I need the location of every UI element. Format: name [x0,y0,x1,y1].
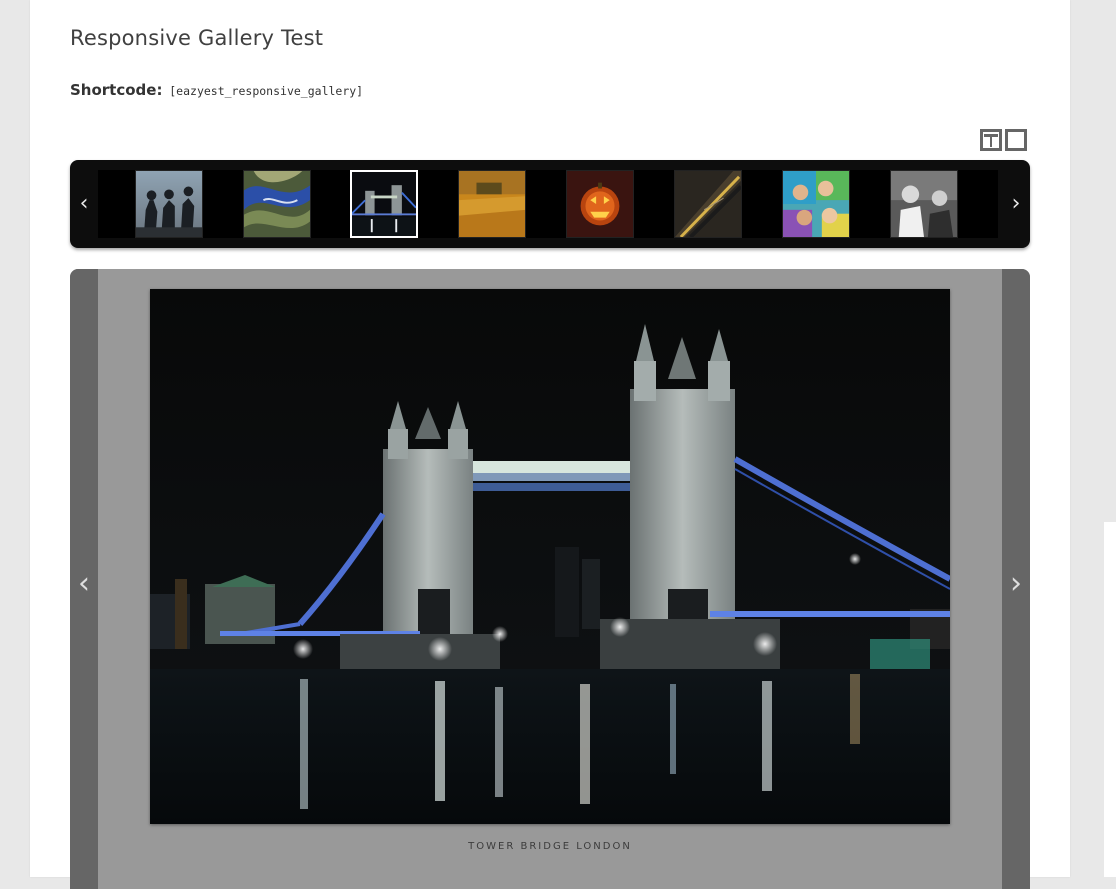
thumbnail-jack-o-lantern[interactable] [566,170,634,238]
shortcode-value: [eazyest_responsive_gallery] [169,84,364,98]
thumbnails-view-icon[interactable] [980,129,1002,151]
right-edge-panel [1104,522,1116,877]
content-card: Responsive Gallery Test Shortcode: [eazy… [30,0,1070,889]
chevron-right-icon: › [1010,566,1022,601]
thumbnail-filmstrip: ‹ › [70,160,1030,248]
thumbnail-swirl[interactable] [243,170,311,238]
thumbnail-wheat-field[interactable] [458,170,526,238]
chevron-left-icon: ‹ [78,566,90,601]
image-viewer: ‹ › TOWER BRIDGE LONDON [70,269,1030,889]
thumbnail-image [136,171,202,237]
viewer-next-button[interactable]: › [1002,269,1030,889]
thumbnail-track [98,170,998,238]
thumbnail-image [244,171,310,237]
shortcode-label: Shortcode: [70,81,163,99]
thumbnail-kids[interactable] [782,170,850,238]
thumbnail-tower-bridge[interactable] [350,170,418,238]
thumbnail-image [891,171,957,237]
single-view-icon[interactable] [1005,129,1027,151]
filmstrip-prev-button[interactable]: ‹ [74,188,94,220]
thumbnail-image [352,172,416,236]
filmstrip-next-button[interactable]: › [1006,188,1026,220]
thumbnail-image [567,171,633,237]
thumbnail-image [459,171,525,237]
shortcode-line: Shortcode: [eazyest_responsive_gallery] [70,81,363,99]
thumbnail-image [783,171,849,237]
thumbnail-workers[interactable] [135,170,203,238]
image-caption: TOWER BRIDGE LONDON [468,841,632,852]
main-image[interactable] [150,289,950,824]
thumbnail-vintage-couple[interactable] [890,170,958,238]
tower-bridge-photo [150,289,950,824]
page-title: Responsive Gallery Test [70,26,324,50]
thumbnail-pens[interactable] [674,170,742,238]
thumbnail-image [675,171,741,237]
viewer-prev-button[interactable]: ‹ [70,269,98,889]
